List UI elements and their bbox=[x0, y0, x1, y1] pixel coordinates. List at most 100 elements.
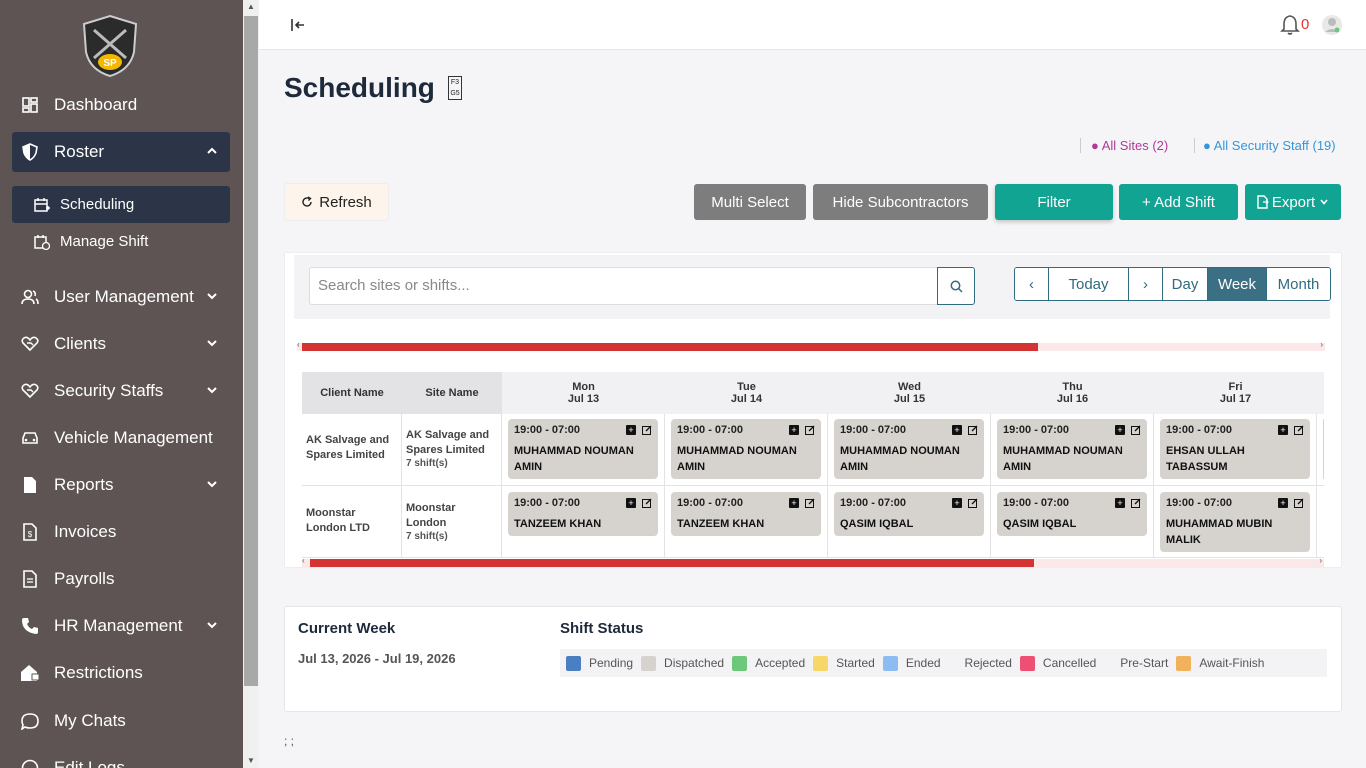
export-button[interactable]: Export bbox=[1245, 184, 1341, 220]
shift-card[interactable]: 19:00 - 07:00 QASIM IQBAL + bbox=[997, 492, 1147, 536]
shift-card[interactable]: 19:00 - 07:00 QASIM IQBAL + bbox=[834, 492, 984, 536]
col-client-name: Client Name bbox=[302, 372, 402, 414]
add-icon[interactable]: + bbox=[626, 425, 636, 435]
all-staff-filter[interactable]: ● All Security Staff (19) bbox=[1194, 138, 1336, 153]
search-input[interactable]: Search sites or shifts... bbox=[309, 267, 938, 305]
document-icon bbox=[20, 569, 40, 589]
edit-icon[interactable] bbox=[642, 425, 652, 435]
day-header: Wed Jul 15 bbox=[893, 381, 926, 405]
scroll-up-arrow[interactable]: ▲ bbox=[243, 0, 259, 14]
nav-reports[interactable]: Reports bbox=[12, 465, 230, 505]
users-icon bbox=[20, 287, 40, 307]
sidebar: SP Dashboard Roster Scheduling Manage Sh… bbox=[0, 0, 243, 768]
add-icon[interactable]: + bbox=[789, 498, 799, 508]
nav-label: My Chats bbox=[54, 711, 126, 730]
grid-header: Client Name Site Name Mon Jul 13 Tue Jul 1… bbox=[302, 372, 1324, 414]
day-view-button[interactable]: Day bbox=[1163, 268, 1208, 300]
shift-staff: QASIM IQBAL bbox=[1003, 518, 1077, 530]
horizontal-scrollbar-top[interactable]: ‹ › bbox=[297, 340, 1325, 351]
week-view-button[interactable]: Week bbox=[1208, 268, 1267, 300]
add-icon[interactable]: + bbox=[626, 498, 636, 508]
site-name[interactable]: Moonstar London bbox=[406, 501, 476, 531]
shift-card[interactable]: 19:00 - 07:00 MUHAMMAD NOUMAN AMIN + bbox=[671, 419, 821, 479]
add-icon[interactable]: + bbox=[1115, 498, 1125, 508]
nav-hr-management[interactable]: HR Management bbox=[12, 606, 230, 646]
shift-card[interactable]: 19:00 - 07:00 MUHAMMAD NOUMAN AMIN + bbox=[834, 419, 984, 479]
edit-icon[interactable] bbox=[1131, 498, 1141, 508]
nav-dashboard[interactable]: Dashboard bbox=[12, 85, 230, 125]
next-button[interactable]: › bbox=[1129, 268, 1163, 300]
collapse-sidebar-icon[interactable] bbox=[289, 16, 307, 34]
shift-card[interactable]: 19:00 - 07:00 MUHAMMAD NOUMAN AMIN + bbox=[508, 419, 658, 479]
refresh-button[interactable]: Refresh bbox=[284, 183, 389, 221]
nav-label: Payrolls bbox=[54, 569, 115, 588]
add-shift-button[interactable]: + Add Shift bbox=[1119, 184, 1238, 220]
shield-icon bbox=[20, 142, 40, 162]
nav-edit-logs[interactable]: Edit Logs bbox=[12, 748, 230, 768]
edit-icon[interactable] bbox=[805, 498, 815, 508]
edit-icon[interactable] bbox=[1131, 425, 1141, 435]
nav-clients[interactable]: Clients bbox=[12, 324, 230, 364]
nav-restrictions[interactable]: Restrictions bbox=[12, 653, 230, 693]
legend-ended: Ended bbox=[882, 655, 941, 671]
edit-icon[interactable] bbox=[1294, 498, 1304, 508]
prev-button[interactable]: ‹ bbox=[1015, 268, 1049, 300]
chevron-down-icon bbox=[207, 340, 217, 347]
nav-invoices[interactable]: $ Invoices bbox=[12, 512, 230, 552]
search-button[interactable] bbox=[937, 267, 975, 305]
nav-roster[interactable]: Roster bbox=[12, 132, 230, 172]
add-icon[interactable]: + bbox=[952, 425, 962, 435]
current-week-range: Jul 13, 2026 - Jul 19, 2026 bbox=[298, 651, 456, 666]
site-name[interactable]: AK Salvage and Spares Limited bbox=[406, 428, 500, 458]
filter-button[interactable]: Filter bbox=[995, 184, 1113, 220]
nav-label: Vehicle Management bbox=[54, 428, 213, 447]
chevron-down-icon bbox=[207, 293, 217, 300]
shift-card[interactable]: 19:00 - 07:00 EHSAN ULLAH TABASSUM + bbox=[1160, 419, 1310, 479]
multi-select-button[interactable]: Multi Select bbox=[694, 184, 806, 220]
avatar[interactable] bbox=[1321, 14, 1343, 36]
add-icon[interactable]: + bbox=[789, 425, 799, 435]
legend-rejected: Rejected bbox=[964, 656, 1012, 670]
edit-icon[interactable] bbox=[642, 498, 652, 508]
shift-card[interactable]: 19:00 - 07:00 TANZEEM KHAN + bbox=[508, 492, 658, 536]
nav-payrolls[interactable]: Payrolls bbox=[12, 559, 230, 599]
edit-icon[interactable] bbox=[1294, 425, 1304, 435]
shift-card[interactable]: 19:00 - 07:00 MUHAMMAD NOUMAN AMIN + bbox=[997, 419, 1147, 479]
bell-icon[interactable] bbox=[1279, 14, 1301, 36]
handshake-icon bbox=[20, 334, 40, 354]
scroll-down-arrow[interactable]: ▼ bbox=[243, 754, 259, 768]
add-icon[interactable]: + bbox=[1278, 498, 1288, 508]
shift-card[interactable]: 19:00 - 07:00 TANZEEM KHAN + bbox=[671, 492, 821, 536]
nav-label: Edit Logs bbox=[54, 758, 125, 768]
phone-icon bbox=[20, 616, 40, 636]
topbar: 0 bbox=[259, 0, 1366, 50]
nav-my-chats[interactable]: My Chats bbox=[12, 701, 230, 741]
nav-label: Scheduling bbox=[60, 196, 135, 213]
current-week-title: Current Week bbox=[298, 620, 396, 637]
hide-subcontractors-button[interactable]: Hide Subcontractors bbox=[813, 184, 988, 220]
calendar-clock-icon bbox=[34, 233, 52, 251]
edit-icon[interactable] bbox=[968, 425, 978, 435]
nav-scheduling[interactable]: Scheduling bbox=[12, 186, 230, 223]
horizontal-scrollbar-bottom[interactable]: ‹ › bbox=[302, 556, 1324, 567]
sidebar-scroll-thumb[interactable] bbox=[244, 16, 258, 686]
all-sites-filter[interactable]: ● All Sites (2) bbox=[1080, 138, 1168, 153]
keyboard-shortcut-icon[interactable]: F3 G5 bbox=[448, 76, 462, 100]
add-icon[interactable]: + bbox=[1115, 425, 1125, 435]
notification-count: 0 bbox=[1301, 16, 1310, 33]
nav-user-management[interactable]: User Management bbox=[12, 277, 230, 317]
add-icon[interactable]: + bbox=[952, 498, 962, 508]
nav-vehicle-management[interactable]: Vehicle Management bbox=[12, 418, 230, 458]
dashboard-icon bbox=[20, 95, 40, 115]
add-icon[interactable]: + bbox=[1278, 425, 1288, 435]
month-view-button[interactable]: Month bbox=[1267, 268, 1330, 300]
shift-card[interactable]: 19:00 - 07:00 MUHAMMAD MUBIN MALIK + bbox=[1160, 492, 1310, 552]
edit-icon[interactable] bbox=[805, 425, 815, 435]
edit-icon[interactable] bbox=[968, 498, 978, 508]
nav-manage-shift[interactable]: Manage Shift bbox=[12, 223, 230, 260]
today-button[interactable]: Today bbox=[1049, 268, 1129, 300]
nav-security-staffs[interactable]: Security Staffs bbox=[12, 371, 230, 411]
legend-pending: Pending bbox=[566, 655, 633, 671]
shift-staff: MUHAMMAD NOUMAN AMIN bbox=[677, 445, 797, 473]
shift-staff: TANZEEM KHAN bbox=[514, 518, 602, 530]
